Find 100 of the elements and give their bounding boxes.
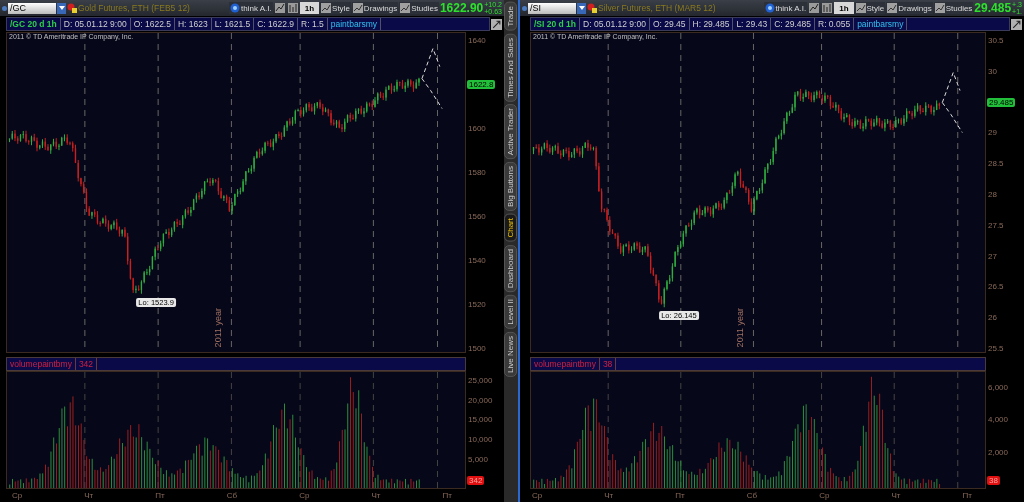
side-tab[interactable]: Dashboard	[504, 244, 517, 293]
interval-button[interactable]: 1h	[299, 2, 320, 14]
ohlc-value: D: 05.01.12 9:00	[580, 18, 650, 30]
volume-tick: 4,000	[987, 415, 1010, 425]
price-badge: 29.485	[987, 97, 1016, 107]
ohlc-value: R: 1.5	[298, 18, 328, 30]
chart-line-icon	[855, 3, 866, 13]
chart-tool-button[interactable]	[808, 2, 821, 14]
day-label: Сб	[226, 491, 238, 500]
ohlc-value: O: 1622.5	[130, 18, 175, 30]
link-dot-icon	[2, 5, 7, 11]
chart-line-icon	[352, 3, 363, 13]
study-name: paintbarsmy	[327, 18, 382, 30]
price-tick: 26.5	[987, 282, 1005, 292]
toolbar-button[interactable]: Style	[320, 2, 351, 14]
side-tab[interactable]: Chart	[504, 214, 517, 242]
volume-value: 38	[599, 358, 617, 370]
ohlc-value: L: 29.43	[733, 18, 772, 30]
day-label: Чт	[604, 491, 614, 500]
volume-badge: 38	[987, 476, 1000, 485]
price-tick: 27.5	[987, 220, 1005, 230]
instrument-icon	[587, 3, 597, 13]
volume-study-name: volumepaintbmy	[7, 358, 76, 370]
side-tab[interactable]: Live News	[504, 331, 517, 377]
year-label: 2011 year	[735, 307, 746, 347]
ohlc-value: H: 29.485	[689, 18, 734, 30]
chart-tool-button[interactable]	[821, 2, 834, 14]
toolbar-button[interactable]: Studies	[399, 2, 439, 14]
toolbar-button[interactable]: Studies	[933, 2, 974, 14]
day-label: Пт	[675, 491, 685, 500]
day-label: Пт	[442, 491, 452, 500]
day-label: Чт	[84, 491, 94, 500]
instrument-icon	[67, 3, 77, 13]
price-tick: 1500	[467, 344, 487, 353]
ohlc-value: R: 0.055	[815, 18, 855, 30]
side-tab[interactable]: Active Trader	[504, 104, 517, 160]
toolbar-button[interactable]: Style	[854, 2, 886, 14]
instrument-description: Silver Futures, ETH (MAR5 12)	[598, 3, 716, 13]
day-label: Ср	[12, 491, 23, 500]
symbol-field[interactable]: /GC	[8, 2, 56, 14]
day-label: Пт	[155, 491, 165, 500]
study-name: paintbarsmy	[854, 18, 908, 30]
ohlc-value: O: 29.45	[649, 18, 690, 30]
think-ai-button[interactable]: think A.I.	[229, 2, 273, 14]
side-tab[interactable]: Big Buttons	[504, 162, 517, 212]
chart-settings-icon	[1011, 18, 1022, 30]
price-tick: 30	[987, 66, 998, 76]
ohlc-value: C: 29.485	[771, 18, 815, 30]
chart-tool-button[interactable]	[273, 2, 286, 14]
ohlc-value: H: 1623	[174, 18, 212, 30]
day-label: Ср	[819, 491, 830, 500]
volume-tick: 5,000	[467, 454, 490, 464]
price-tick: 29	[987, 128, 998, 138]
interval-button[interactable]: 1h	[834, 2, 854, 14]
volume-tick: 20,000	[467, 395, 494, 405]
ohlc-value: L: 1621.5	[211, 18, 255, 30]
price-tick: 25.5	[987, 343, 1005, 353]
ohlc-value: D: 05.01.12 9:00	[60, 18, 131, 30]
chart-line-icon	[400, 3, 411, 13]
chart-line-icon	[321, 3, 332, 13]
volume-tick: 2,000	[987, 448, 1010, 458]
day-label: Ср	[299, 491, 310, 500]
last-price: 29.485	[974, 1, 1012, 15]
symbol-dropdown-button[interactable]	[57, 2, 66, 14]
side-tab[interactable]: Level II	[504, 295, 517, 329]
chart-line-icon	[934, 3, 945, 13]
toolbar-button[interactable]: Drawings	[351, 2, 399, 14]
day-label: Пт	[962, 491, 972, 500]
toolbar-button[interactable]: Drawings	[886, 2, 933, 14]
price-tick: 26	[987, 313, 998, 323]
day-label: Сб	[746, 491, 758, 500]
price-badge: 1622.8	[467, 80, 496, 89]
price-tick: 1520	[467, 300, 487, 309]
chart-title: /SI 20 d 1h	[531, 18, 581, 30]
symbol-dropdown-button[interactable]	[577, 2, 586, 14]
ohlc-value: C: 1622.9	[254, 18, 299, 30]
projection-zigzag-drawing	[421, 48, 443, 110]
chart-tool-button[interactable]	[286, 2, 299, 14]
volume-badge: 342	[467, 476, 485, 485]
volume-tick: 25,000	[467, 376, 494, 386]
volume-value: 342	[75, 358, 98, 370]
side-tab[interactable]: Times And Sales	[504, 33, 517, 102]
price-tick: 27	[987, 251, 998, 261]
volume-tick: 15,000	[467, 415, 494, 425]
side-tab[interactable]: Trade	[504, 2, 517, 31]
price-tick: 1640	[467, 36, 487, 45]
instrument-description: Gold Futures, ETH (FEB5 12)	[78, 3, 190, 13]
symbol-field[interactable]: /SI	[528, 2, 576, 14]
volume-tick: 6,000	[987, 382, 1010, 392]
price-tick: 28	[987, 190, 998, 199]
volume-study-name: volumepaintbmy	[531, 358, 600, 370]
chart-settings-icon	[491, 18, 502, 30]
price-tick: 1560	[467, 212, 487, 221]
year-label: 2011 year	[213, 307, 223, 347]
think-ai-button[interactable]: think A.I.	[763, 2, 808, 14]
price-tick: 1540	[467, 256, 487, 265]
day-label: Чт	[891, 491, 901, 500]
price-tick: 28.5	[987, 159, 1005, 169]
chart-title: /GC 20 d 1h	[7, 18, 61, 30]
price-tick: 30.5	[987, 36, 1005, 45]
